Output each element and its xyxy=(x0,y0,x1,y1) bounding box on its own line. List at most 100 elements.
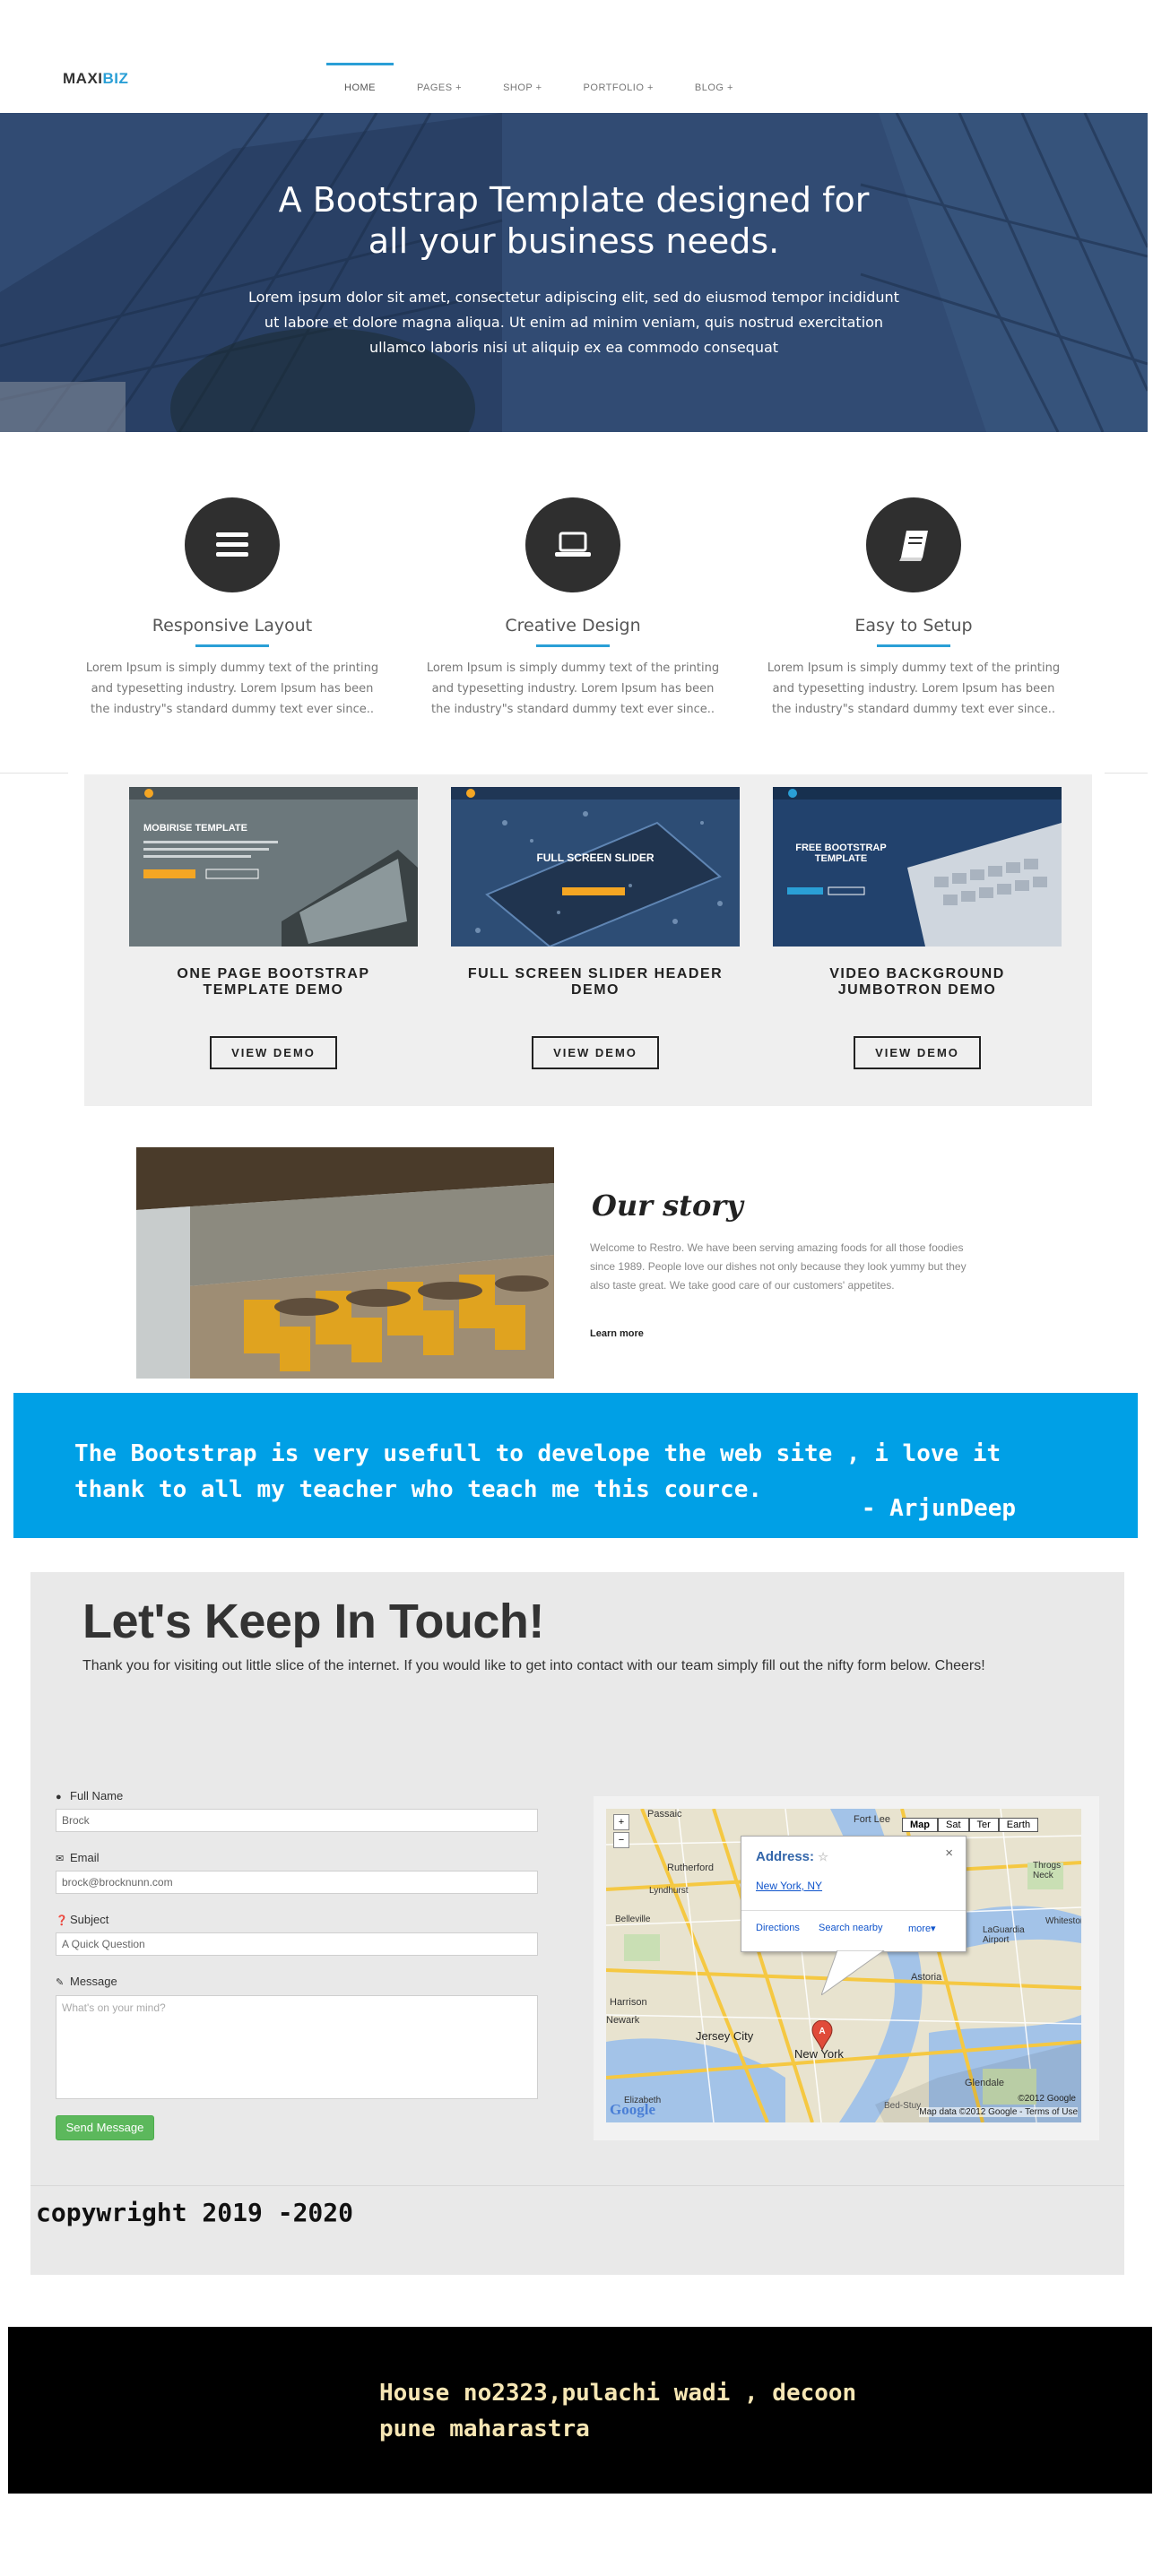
nav-shop[interactable]: SHOP + xyxy=(503,63,542,99)
main-menu: HOME PAGES + SHOP + PORTFOLIO + BLOG + xyxy=(326,63,775,99)
demo-title-line1: ONE PAGE BOOTSTRAP xyxy=(177,966,370,981)
phone-raindrops-photo xyxy=(451,787,740,947)
close-icon[interactable]: × xyxy=(945,1846,953,1861)
map-place-label: Belleville xyxy=(615,1915,651,1924)
demo-title: ONE PAGE BOOTSTRAP TEMPLATE DEMO xyxy=(129,966,418,998)
feature-title: Easy to Setup xyxy=(854,616,973,635)
map-place-label: Astoria xyxy=(911,1972,942,1983)
message-textarea[interactable]: What's on your mind? xyxy=(56,1995,538,2099)
feature-title: Responsive Layout xyxy=(152,616,313,635)
feature-text: Lorem Ipsum is simply dummy text of the … xyxy=(767,661,1061,716)
view-demo-button[interactable]: VIEW DEMO xyxy=(854,1036,981,1069)
email-label: ✉ Email xyxy=(56,1851,100,1864)
demo-card-slider: FULL SCREEN SLIDER FULL SCREEN SLIDER HE… xyxy=(451,787,740,1069)
restaurant-terrace-image xyxy=(136,1147,554,1379)
info-address-link[interactable]: New York, NY xyxy=(756,1880,822,1892)
nav-portfolio[interactable]: PORTFOLIO + xyxy=(584,63,654,99)
message-label-text: Message xyxy=(70,1975,117,1988)
demo-title-line2: TEMPLATE DEMO xyxy=(203,982,344,998)
feature-text: Lorem Ipsum is simply dummy text of the … xyxy=(426,661,720,716)
email-input[interactable]: brock@brocknunn.com xyxy=(56,1871,538,1894)
google-logo[interactable]: Google xyxy=(610,2101,655,2119)
learn-more-link[interactable]: Learn more xyxy=(590,1328,644,1339)
subject-label-text: Subject xyxy=(70,1913,109,1926)
full-name-label: ● Full Name xyxy=(56,1789,123,1802)
story-text: Welcome to Restro. We have been serving … xyxy=(590,1241,967,1292)
hero-title: A Bootstrap Template designed for all yo… xyxy=(0,179,1148,262)
demo-title-line2: JUMBOTRON DEMO xyxy=(837,982,997,998)
demo-thumbnail[interactable]: FULL SCREEN SLIDER xyxy=(451,787,740,947)
demo-title-line2: DEMO xyxy=(571,982,620,998)
subject-input[interactable]: A Quick Question xyxy=(56,1932,538,1956)
footer: House no2323,pulachi wadi , decoon pune … xyxy=(8,2327,1152,2494)
footer-address-line1: House no2323,pulachi wadi , decoon xyxy=(379,2380,857,2407)
brand-logo[interactable]: MAXIBIZ xyxy=(63,70,128,88)
feature-title: Creative Design xyxy=(505,616,641,635)
send-message-button[interactable]: Send Message xyxy=(56,2115,154,2140)
map-type-map[interactable]: Map xyxy=(902,1818,938,1832)
subject-label: ❓ Subject xyxy=(56,1913,108,1926)
nav-pages[interactable]: PAGES + xyxy=(417,63,462,99)
hero-description: Lorem ipsum dolor sit amet, consectetur … xyxy=(248,289,899,356)
map-place-label: Fort Lee xyxy=(854,1814,890,1825)
envelope-icon: ✉ xyxy=(56,1854,65,1864)
map-place-label: Throgs Neck xyxy=(1033,1861,1062,1880)
footer-address-line2: pune maharastra xyxy=(379,2416,590,2442)
zoom-in-icon[interactable]: + xyxy=(613,1814,629,1830)
feature-setup: Easy to Setup Lorem Ipsum is simply dumm… xyxy=(752,497,1075,720)
map-place-label: Lyndhurst xyxy=(649,1886,689,1896)
star-icon[interactable]: ☆ xyxy=(818,1850,828,1863)
map-place-label: Glendale xyxy=(965,2078,1005,2088)
contact-section: Let's Keep In Touch! Thank you for visit… xyxy=(30,1572,1124,2275)
zoom-out-icon[interactable]: − xyxy=(613,1832,629,1848)
user-icon: ● xyxy=(56,1792,62,1802)
view-demo-button[interactable]: VIEW DEMO xyxy=(210,1036,337,1069)
map-place-label: LaGuardia Airport xyxy=(983,1925,1025,1945)
quote-banner: The Bootstrap is very usefull to develop… xyxy=(13,1393,1138,1538)
demo-thumbnail[interactable]: MOBIRISE TEMPLATE xyxy=(129,787,418,947)
feature-icon-circle xyxy=(525,497,620,592)
section-divider xyxy=(0,773,68,774)
demo-title: VIDEO BACKGROUND JUMBOTRON DEMO xyxy=(773,966,1062,998)
demos-section: MOBIRISE TEMPLATE ONE PAGE BOOTSTRAP TEM… xyxy=(84,774,1092,1106)
map-place-label: Rutherford xyxy=(667,1863,714,1873)
question-icon: ❓ xyxy=(56,1915,68,1926)
feature-text: Lorem Ipsum is simply dummy text of the … xyxy=(85,661,379,716)
map-type-earth[interactable]: Earth xyxy=(998,1818,1039,1832)
map-terms-link[interactable]: Map data ©2012 Google - Terms of Use xyxy=(919,2107,1078,2117)
view-demo-button[interactable]: VIEW DEMO xyxy=(532,1036,659,1069)
more-link[interactable]: more▾ xyxy=(908,1923,936,1934)
feature-underline xyxy=(877,644,950,647)
search-nearby-link[interactable]: Search nearby xyxy=(819,1923,883,1933)
laptop-photo xyxy=(129,787,418,947)
pencil-icon: ✎ xyxy=(56,1977,65,1988)
nav-blog[interactable]: BLOG + xyxy=(695,63,733,99)
map-place-label: Newark xyxy=(606,2015,640,2026)
directions-link[interactable]: Directions xyxy=(756,1923,800,1933)
map-type-sat[interactable]: Sat xyxy=(938,1818,969,1832)
demo-thumb-heading: FREE BOOTSTRAP TEMPLATE xyxy=(795,843,887,864)
email-label-text: Email xyxy=(70,1851,100,1864)
feature-responsive: Responsive Layout Lorem Ipsum is simply … xyxy=(71,497,394,720)
demo-thumbnail[interactable]: FREE BOOTSTRAP TEMPLATE xyxy=(773,787,1062,947)
book-icon xyxy=(899,531,928,561)
nav-home[interactable]: HOME xyxy=(326,63,394,99)
message-label: ✎ Message xyxy=(56,1975,117,1988)
full-name-input[interactable]: Brock xyxy=(56,1809,538,1832)
feature-underline xyxy=(536,644,610,647)
section-divider xyxy=(1105,773,1148,774)
google-map[interactable]: + − Map Sat Ter Earth Address: ☆ × New Y… xyxy=(606,1809,1081,2122)
map-place-label: Whitestone xyxy=(1045,1916,1081,1926)
demo-title-line1: VIDEO BACKGROUND xyxy=(829,966,1005,981)
map-type-ter[interactable]: Ter xyxy=(968,1818,999,1832)
map-info-window: Address: ☆ × New York, NY Directions Sea… xyxy=(741,1836,967,1952)
map-pan-controls[interactable]: + − xyxy=(613,1814,629,1848)
demo-title: FULL SCREEN SLIDER HEADER DEMO xyxy=(451,966,740,998)
info-address-label-text: Address: xyxy=(756,1849,815,1864)
quote-author: - ArjunDeep xyxy=(861,1495,1016,1522)
footer-address: House no2323,pulachi wadi , decoon pune … xyxy=(379,2375,856,2447)
demo-thumb-heading: MOBIRISE TEMPLATE xyxy=(143,823,247,834)
info-address-label: Address: ☆ xyxy=(756,1849,828,1864)
contact-title: Let's Keep In Touch! xyxy=(82,1595,544,1648)
bars-icon xyxy=(216,532,248,557)
